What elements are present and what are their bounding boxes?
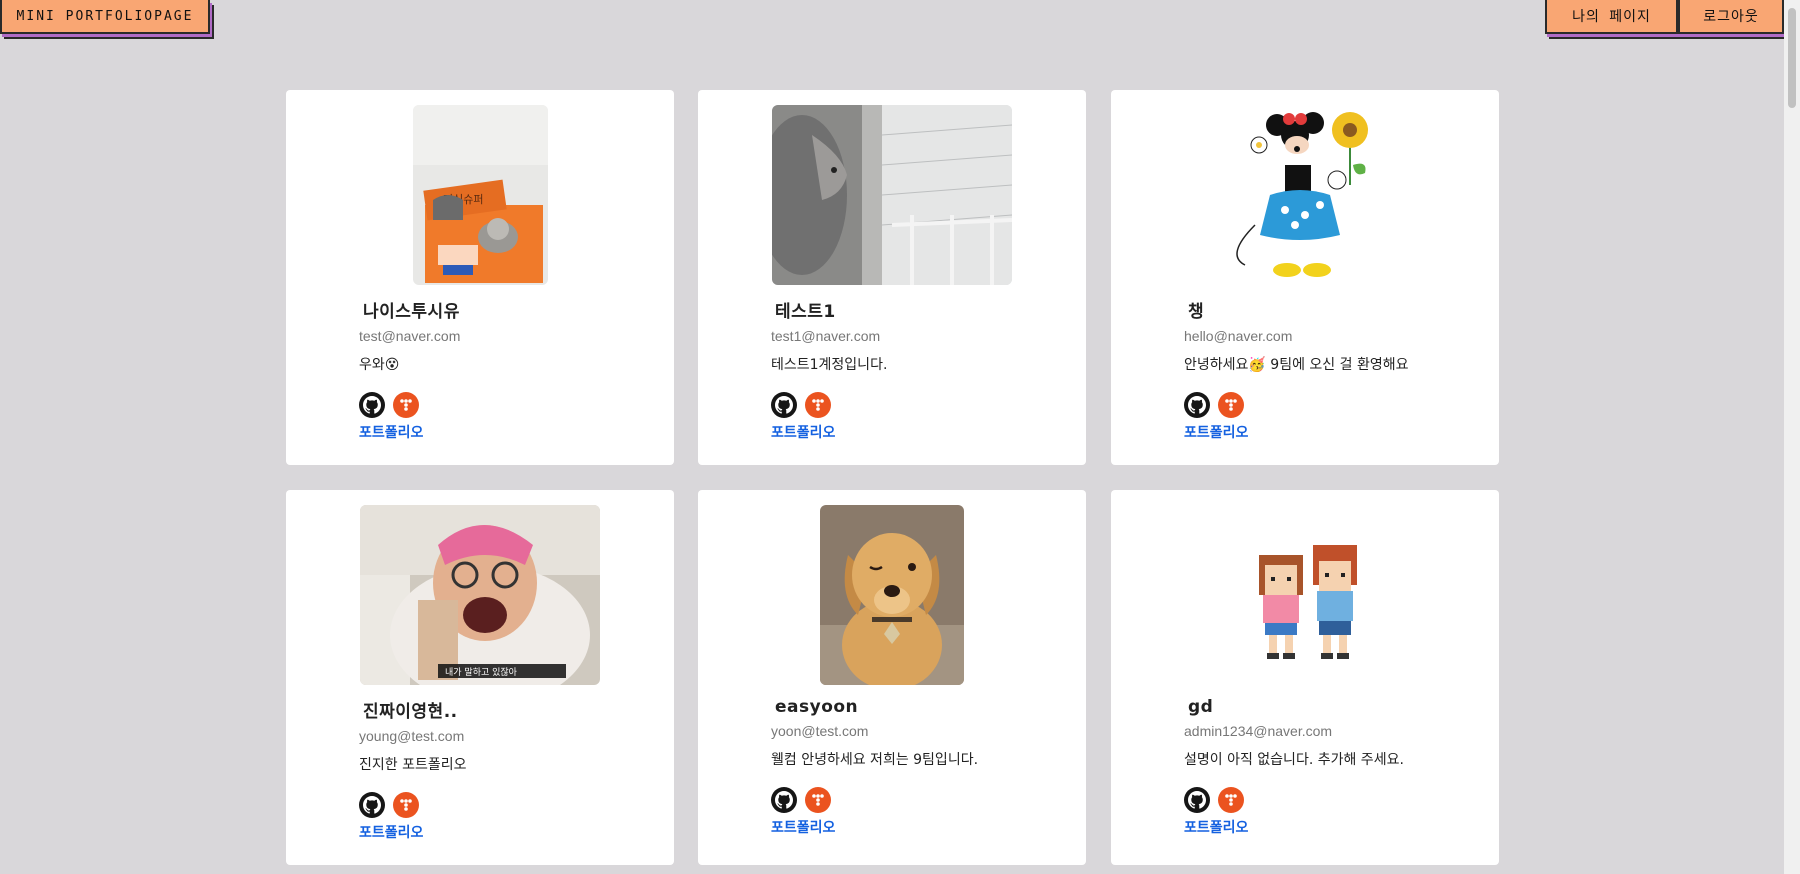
portfolio-link[interactable]: 포트폴리오 <box>1184 422 1479 442</box>
github-icon[interactable] <box>359 392 385 418</box>
scrollbar-thumb[interactable] <box>1788 8 1796 108</box>
tistory-icon[interactable] <box>805 392 831 418</box>
video-subtitle-text: 내가 말하고 있잖아 <box>445 666 518 678</box>
logout-button[interactable]: 로그아웃 <box>1678 0 1784 34</box>
profile-card: gd admin1234@naver.com 설명이 아직 없습니다. 추가해 … <box>1111 490 1499 865</box>
profile-email: yoon@test.com <box>771 723 869 739</box>
profile-photo-minnie <box>1225 105 1385 285</box>
profile-card: 지식슈퍼 나이스투시유 test@naver.com 우와😵 포트폴리오 <box>286 90 674 465</box>
profile-name: 챙 <box>1188 302 1205 322</box>
profile-name: 나이스투시유 <box>363 302 460 322</box>
profile-description: 웰컴 안녕하세요 저희는 9팀입니다. <box>771 752 979 768</box>
tistory-icon[interactable] <box>1218 392 1244 418</box>
portfolio-link[interactable]: 포트폴리오 <box>359 822 654 842</box>
profile-description: 테스트1계정입니다. <box>771 357 888 373</box>
profile-card: 챙 hello@naver.com 안녕하세요🥳 9팀에 오신 걸 환영해요 포… <box>1111 90 1499 465</box>
profile-email: test1@naver.com <box>771 328 881 344</box>
profile-card: 내가 말하고 있잖아 진짜이영현.. young@test.com 진지한 포트… <box>286 490 674 865</box>
page-scrollbar[interactable] <box>1784 0 1800 874</box>
portfolio-link[interactable]: 포트폴리오 <box>359 422 654 442</box>
tistory-icon[interactable] <box>805 787 831 813</box>
profile-card: easyoon yoon@test.com 웰컴 안녕하세요 저희는 9팀입니다… <box>698 490 1086 865</box>
profile-card: 테스트1 test1@naver.com 테스트1계정입니다. 포트폴리오 <box>698 90 1086 465</box>
github-icon[interactable] <box>359 792 385 818</box>
tistory-icon[interactable] <box>1218 787 1244 813</box>
portfolio-link[interactable]: 포트폴리오 <box>771 817 1066 837</box>
profile-name: 테스트1 <box>775 302 836 322</box>
github-icon[interactable] <box>771 787 797 813</box>
my-page-button[interactable]: 나의 페이지 <box>1545 0 1678 34</box>
profile-name: gd <box>1188 697 1214 717</box>
profile-email: admin1234@naver.com <box>1184 723 1333 739</box>
profile-description: 진지한 포트폴리오 <box>359 757 467 773</box>
profile-description: 설명이 아직 없습니다. 추가해 주세요. <box>1184 752 1404 768</box>
tistory-icon[interactable] <box>393 792 419 818</box>
profile-photo-pixel-couple <box>1235 505 1375 685</box>
portfolio-link[interactable]: 포트폴리오 <box>771 422 1066 442</box>
profile-description: 안녕하세요🥳 9팀에 오신 걸 환영해요 <box>1184 357 1409 373</box>
github-icon[interactable] <box>1184 392 1210 418</box>
site-logo-button[interactable]: MINI PORTFOLIOPAGE <box>0 0 210 34</box>
portfolio-link[interactable]: 포트폴리오 <box>1184 817 1479 837</box>
tistory-icon[interactable] <box>393 392 419 418</box>
profile-photo-cat-window <box>772 105 1012 285</box>
profile-photo-laughing-man: 내가 말하고 있잖아 <box>360 505 600 685</box>
profile-email: hello@naver.com <box>1184 328 1293 344</box>
profile-email: young@test.com <box>359 728 465 744</box>
profile-photo-cat-in-box: 지식슈퍼 <box>412 105 548 285</box>
github-icon[interactable] <box>1184 787 1210 813</box>
profile-name: easyoon <box>775 697 859 717</box>
github-icon[interactable] <box>771 392 797 418</box>
profile-name: 진짜이영현.. <box>363 702 458 722</box>
profile-description: 우와😵 <box>359 357 400 373</box>
profile-email: test@naver.com <box>359 328 461 344</box>
profile-photo-puppy <box>820 505 964 685</box>
